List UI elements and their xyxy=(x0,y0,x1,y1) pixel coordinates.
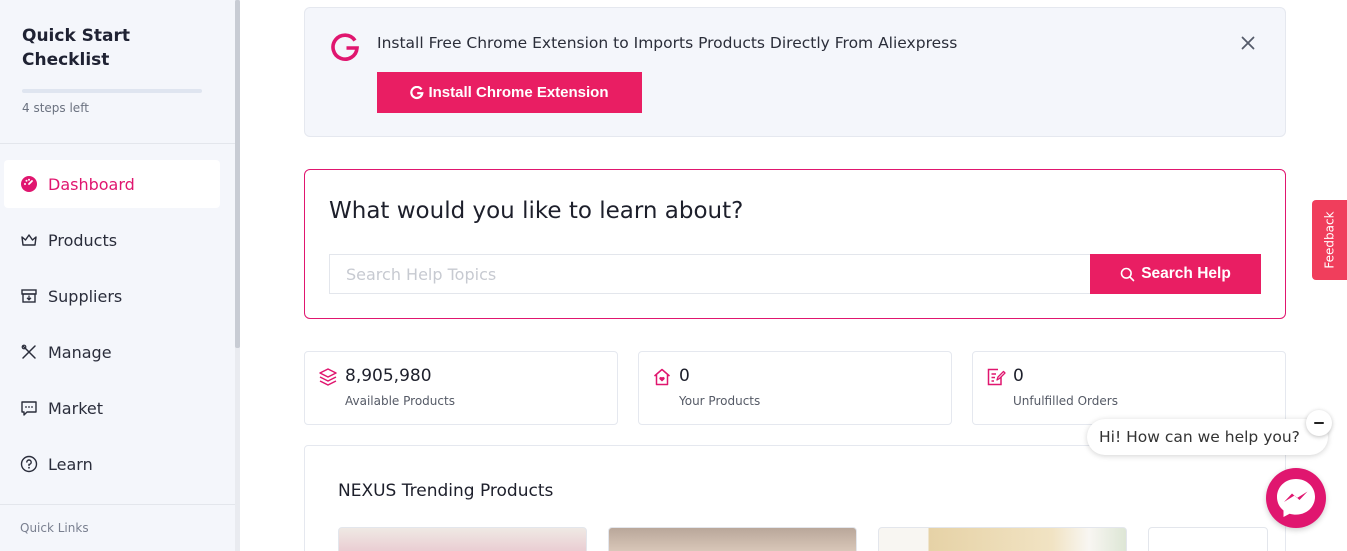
stat-label: Your Products xyxy=(679,394,761,408)
messenger-icon xyxy=(1277,479,1315,517)
app-root: Quick Start Checklist 4 steps left Dashb… xyxy=(0,0,1347,551)
banner-text: Install Free Chrome Extension to Imports… xyxy=(377,34,958,52)
product-card[interactable] xyxy=(878,527,1127,551)
search-help-input[interactable] xyxy=(329,254,1091,294)
sidebar-item-dashboard[interactable]: Dashboard xyxy=(4,160,220,208)
product-card[interactable] xyxy=(1148,527,1268,551)
layers-icon xyxy=(318,367,338,387)
google-g-icon xyxy=(410,85,425,99)
quick-links-heading: Quick Links xyxy=(20,521,89,535)
sidebar-scrollbar[interactable] xyxy=(235,0,240,551)
sidebar-item-label: Market xyxy=(48,398,103,418)
checklist-steps-left: 4 steps left xyxy=(22,101,89,115)
sidebar-divider xyxy=(0,143,235,144)
learn-title: What would you like to learn about? xyxy=(329,198,744,224)
chat-dots-icon xyxy=(20,399,38,417)
stat-value: 0 xyxy=(1013,366,1024,386)
product-card[interactable] xyxy=(608,527,857,551)
search-help-button[interactable]: Search Help xyxy=(1090,254,1261,294)
chat-minimize-button[interactable] xyxy=(1306,410,1332,436)
question-circle-icon xyxy=(20,455,38,473)
home-heart-icon xyxy=(652,367,672,387)
sidebar-item-learn[interactable]: Learn xyxy=(4,440,220,488)
sidebar-item-market[interactable]: Market xyxy=(4,384,220,432)
google-g-icon xyxy=(331,32,361,62)
search-button-label: Search Help xyxy=(1141,265,1231,282)
stat-label: Available Products xyxy=(345,394,455,408)
sidebar-item-label: Manage xyxy=(48,342,112,362)
sidebar-item-products[interactable]: Products xyxy=(4,216,220,264)
install-chrome-extension-button[interactable]: Install Chrome Extension xyxy=(377,72,642,113)
crown-icon xyxy=(20,231,38,249)
minus-icon xyxy=(1314,422,1324,424)
sidebar-item-label: Dashboard xyxy=(48,174,135,194)
feedback-label: Feedback xyxy=(1322,211,1337,269)
sidebar-item-label: Learn xyxy=(48,454,93,474)
feedback-tab[interactable]: Feedback xyxy=(1312,200,1347,280)
trending-title: NEXUS Trending Products xyxy=(338,481,554,501)
search-icon xyxy=(1120,267,1135,281)
sidebar-scrollbar-thumb[interactable] xyxy=(235,0,240,348)
tools-icon xyxy=(20,343,38,361)
sidebar-item-label: Products xyxy=(48,230,118,250)
sidebar-item-manage[interactable]: Manage xyxy=(4,328,220,376)
close-icon[interactable] xyxy=(1237,32,1259,54)
stat-label: Unfulfilled Orders xyxy=(1013,394,1118,408)
stat-card-your-products[interactable]: 0 Your Products xyxy=(638,351,952,425)
checklist-progress-bar xyxy=(22,89,202,93)
checklist-title[interactable]: Quick Start Checklist xyxy=(22,24,192,72)
sidebar-item-suppliers[interactable]: Suppliers xyxy=(4,272,220,320)
learn-search-card: What would you like to learn about? Sear… xyxy=(304,169,1286,319)
sidebar-item-label: Suppliers xyxy=(48,286,123,306)
chat-greeting-bubble[interactable]: Hi! How can we help you? xyxy=(1087,419,1328,455)
edit-list-icon xyxy=(986,367,1006,387)
chat-greeting-text: Hi! How can we help you? xyxy=(1099,428,1300,446)
sidebar-divider xyxy=(0,504,235,505)
stat-value: 8,905,980 xyxy=(345,366,432,386)
stat-card-unfulfilled-orders[interactable]: 0 Unfulfilled Orders xyxy=(972,351,1286,425)
gauge-icon xyxy=(20,175,38,193)
product-card[interactable] xyxy=(338,527,587,551)
archive-download-icon xyxy=(20,287,38,305)
sidebar: Quick Start Checklist 4 steps left Dashb… xyxy=(0,0,235,551)
stat-value: 0 xyxy=(679,366,690,386)
install-button-label: Install Chrome Extension xyxy=(428,84,609,101)
stat-card-available-products[interactable]: 8,905,980 Available Products xyxy=(304,351,618,425)
chrome-extension-banner: Install Free Chrome Extension to Imports… xyxy=(304,7,1286,137)
messenger-chat-button[interactable] xyxy=(1266,468,1326,528)
trending-products-section: NEXUS Trending Products xyxy=(304,445,1286,551)
